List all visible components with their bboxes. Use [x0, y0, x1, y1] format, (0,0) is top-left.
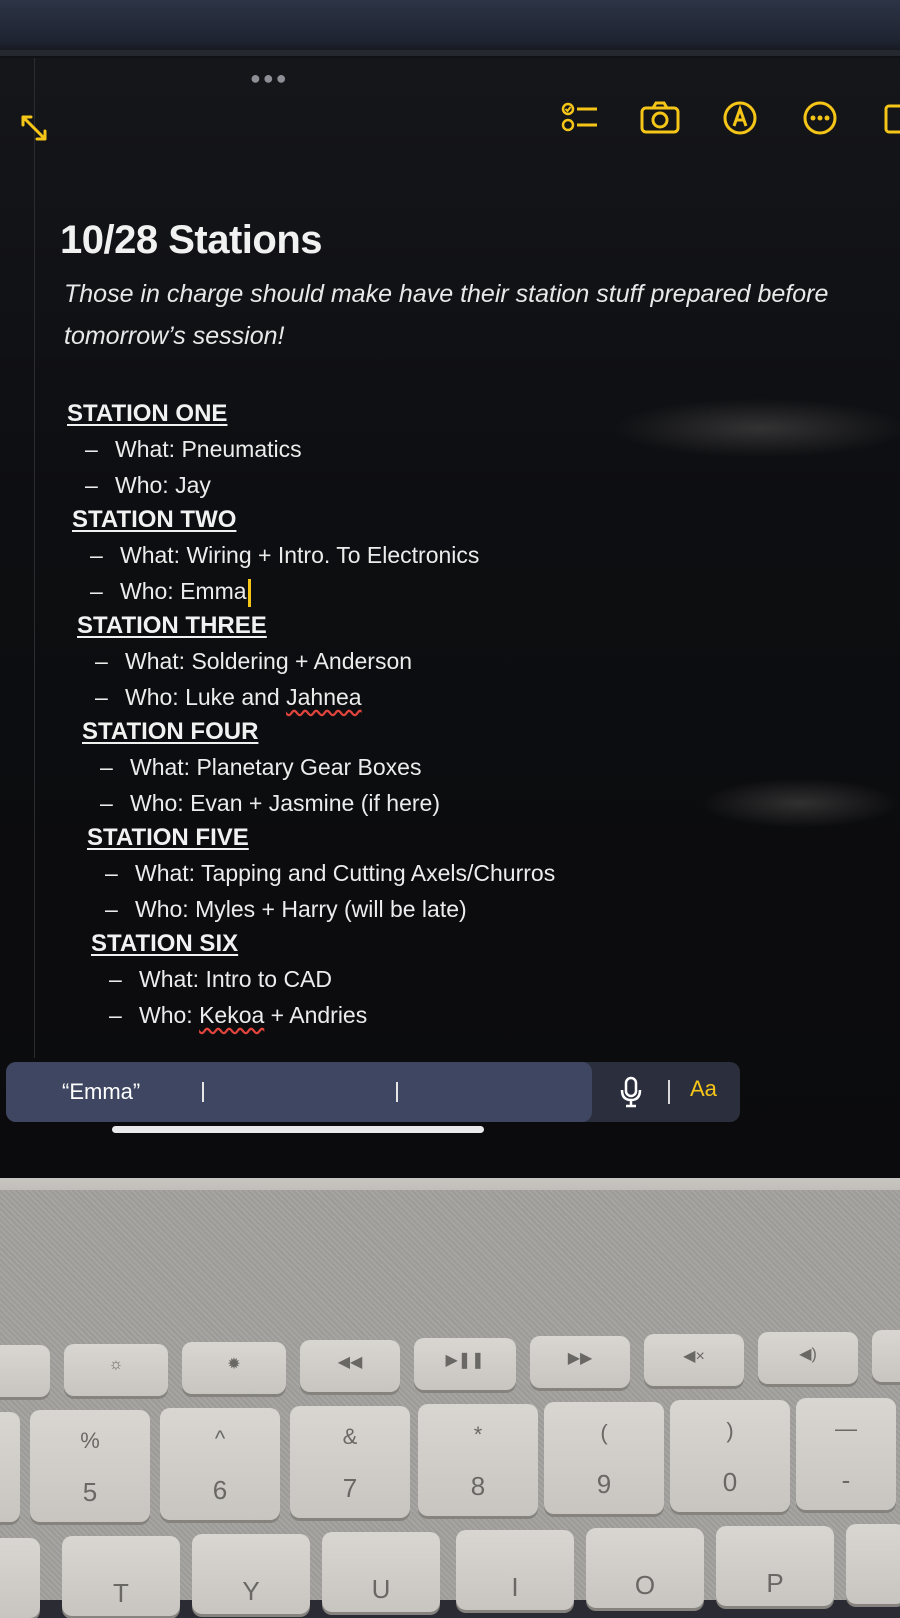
play-pause-icon: ▶❚❚ [445, 1352, 485, 1369]
keyboard-shortcut-bar: “Emma” Aa [6, 1062, 740, 1122]
fast-forward-icon: ▶▶ [567, 1350, 593, 1367]
station-what: – What: Tapping and Cutting Axels/Churros [105, 860, 556, 886]
key-i[interactable]: I [456, 1530, 574, 1610]
brightness-down-icon: ☼ [108, 1356, 124, 1373]
key-play-pause[interactable]: ▶❚❚ [414, 1338, 516, 1390]
key-0[interactable]: ) 0 [670, 1400, 790, 1512]
key-p[interactable]: P [716, 1526, 834, 1606]
station-five: STATION FIVE – What: Tapping and Cutting … [87, 821, 880, 927]
toolbar-divider [668, 1080, 670, 1104]
key-rewind[interactable]: ◀◀ [300, 1340, 400, 1392]
station-who: – Who: Emma [72, 573, 880, 609]
note-toolbar [560, 98, 900, 138]
note-body[interactable]: 10/28 Stations Those in charge should ma… [60, 218, 880, 1033]
station-one: STATION ONE – What: Pneumatics – Who: Jay [67, 397, 880, 503]
station-who: – Who: Luke and Jahnea [95, 684, 362, 710]
station-six: STATION SIX – What: Intro to CAD – Who: Ke… [91, 927, 880, 1033]
station-what: – What: Wiring + Intro. To Electronics [90, 542, 480, 568]
station-two: STATION TWO – What: Wiring + Intro. To El… [72, 503, 880, 609]
station-heading: STATION SIX [91, 930, 239, 957]
key-bracket[interactable] [846, 1524, 900, 1604]
key-r[interactable] [0, 1538, 40, 1618]
station-heading: STATION THREE [77, 612, 267, 639]
station-heading: STATION FOUR [82, 718, 259, 745]
key-brightness-up[interactable]: ✹ [182, 1342, 286, 1394]
key-minus[interactable]: — - [796, 1398, 896, 1510]
format-button[interactable]: Aa [690, 1076, 717, 1102]
misspelled-word[interactable]: Jahnea [286, 684, 361, 710]
volume-down-icon: ◀) [799, 1346, 817, 1363]
key-t[interactable]: T [62, 1536, 180, 1616]
predictive-suggestion[interactable]: “Emma” [62, 1079, 140, 1105]
key-volume-up[interactable] [872, 1330, 900, 1382]
compose-icon[interactable] [880, 98, 900, 138]
note-title[interactable]: 10/28 Stations [60, 218, 880, 263]
brightness-up-icon: ✹ [227, 1356, 241, 1373]
home-indicator[interactable] [112, 1126, 484, 1133]
key-fast-forward[interactable]: ▶▶ [530, 1336, 630, 1388]
key-volume-down[interactable]: ◀) [758, 1332, 858, 1384]
station-who: – Who: Kekoa + Andries [109, 1002, 368, 1028]
station-who: – Who: Myles + Harry (will be late) [105, 896, 467, 922]
sidebar-divider [34, 58, 35, 1058]
markup-icon[interactable] [720, 98, 760, 138]
key-mute[interactable]: ◀× [644, 1334, 744, 1386]
note-subtitle[interactable]: Those in charge should make have their s… [64, 273, 880, 357]
station-heading: STATION FIVE [87, 824, 249, 851]
station-what: – What: Planetary Gear Boxes [100, 754, 422, 780]
key-7[interactable]: & 7 [290, 1406, 410, 1518]
key-5[interactable]: % 5 [30, 1410, 150, 1522]
station-heading: STATION ONE [67, 400, 228, 427]
key-o[interactable]: O [586, 1528, 704, 1608]
suggestion-divider [396, 1082, 398, 1102]
station-three: STATION THREE – What: Soldering + Anderso… [77, 609, 880, 715]
more-icon[interactable] [800, 98, 840, 138]
key-9[interactable]: ( 9 [544, 1402, 664, 1514]
station-four: STATION FOUR – What: Planetary Gear Boxes… [82, 715, 880, 821]
multitasking-dots-icon[interactable]: ●●● [250, 68, 289, 89]
camera-icon[interactable] [640, 98, 680, 138]
suggestion-divider [202, 1082, 204, 1102]
misspelled-word[interactable]: Kekoa [199, 1002, 264, 1028]
key-6[interactable]: ^ 6 [160, 1408, 280, 1520]
key-4[interactable] [0, 1412, 20, 1522]
note-subtitle-line: Those in charge should make have their s… [64, 280, 829, 308]
station-who: – Who: Evan + Jasmine (if here) [100, 790, 440, 816]
text-cursor [247, 578, 251, 607]
station-heading: STATION TWO [72, 506, 237, 533]
station-what: – What: Soldering + Anderson [95, 648, 413, 674]
key-fn[interactable] [0, 1345, 50, 1397]
expand-icon[interactable] [14, 108, 54, 148]
key-y[interactable]: Y [192, 1534, 310, 1614]
microphone-icon[interactable] [616, 1076, 646, 1108]
station-what: – What: Pneumatics [85, 436, 302, 462]
station-who: – Who: Jay [85, 472, 211, 498]
checklist-icon[interactable] [560, 98, 600, 138]
station-what: – What: Intro to CAD [109, 966, 333, 992]
key-u[interactable]: U [322, 1532, 440, 1612]
key-brightness-down[interactable]: ☼ [64, 1344, 168, 1396]
note-subtitle-line: tomorrow’s session! [64, 322, 285, 350]
mute-icon: ◀× [683, 1348, 705, 1365]
rewind-icon: ◀◀ [337, 1354, 363, 1371]
key-8[interactable]: * 8 [418, 1404, 538, 1516]
